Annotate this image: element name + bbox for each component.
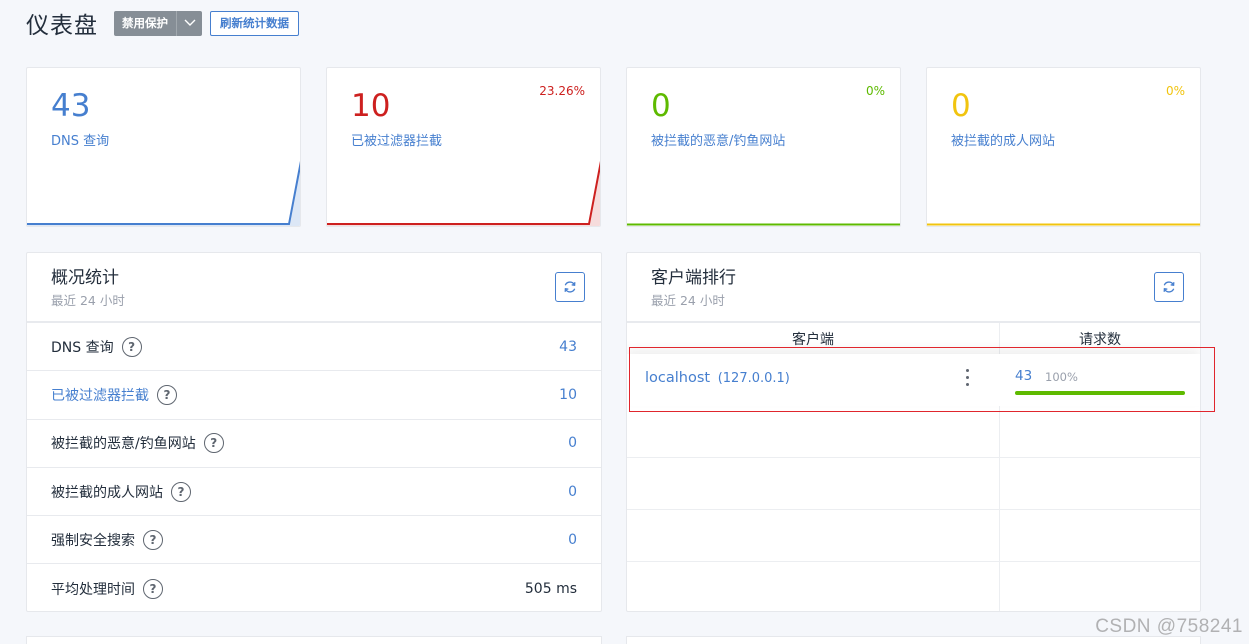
empty-row [627, 458, 1200, 510]
stat-card-blocked-adult: 0 被拦截的成人网站 0% [926, 67, 1201, 227]
row-value[interactable]: 0 [568, 435, 577, 451]
overview-row-malware: 被拦截的恶意/钓鱼网站 ? 0 [27, 420, 601, 468]
sparkline-chart [27, 160, 300, 226]
annotation-highlight-box [629, 347, 1215, 412]
row-value[interactable]: 0 [568, 484, 577, 500]
help-icon[interactable]: ? [171, 481, 191, 502]
overview-list: DNS 查询 ? 43 已被过滤器拦截 ? 10 被拦截的恶意/钓鱼网站 ? 0… [27, 323, 601, 611]
stat-card-blocked-malware: 0 被拦截的恶意/钓鱼网站 0% [626, 67, 901, 227]
page-header: 仪表盘 禁用保护 刷新统计数据 [26, 8, 299, 39]
panel-stub [26, 636, 602, 644]
row-label: 平均处理时间 [51, 581, 135, 598]
watermark-text: CSDN @758241 [1095, 616, 1243, 637]
panel-title: 概况统计 [51, 268, 119, 288]
stat-value: 0 [651, 88, 671, 124]
stat-label: 被拦截的成人网站 [951, 134, 1056, 149]
refresh-icon [564, 281, 576, 293]
row-value[interactable]: 10 [559, 387, 577, 403]
stat-value: 43 [51, 88, 91, 124]
panel-header: 客户端排行 最近 24 小时 [627, 253, 1200, 323]
empty-row [627, 406, 1200, 458]
row-label: 被拦截的恶意/钓鱼网站 [51, 436, 196, 453]
stat-percent: 23.26% [539, 84, 585, 98]
panel-header: 概况统计 最近 24 小时 [27, 253, 601, 323]
protection-button-group: 禁用保护 [114, 10, 202, 36]
stat-percent: 0% [865, 84, 885, 98]
overview-row-dns: DNS 查询 ? 43 [27, 323, 601, 372]
dashboard-page: 仪表盘 禁用保护 刷新统计数据 43 DNS 查询 10 已被过滤器拦截 23.… [0, 0, 1249, 644]
refresh-stats-button[interactable]: 刷新统计数据 [210, 10, 299, 36]
sparkline-chart [927, 223, 1200, 226]
help-icon[interactable]: ? [157, 384, 177, 405]
sparkline-chart [627, 223, 900, 226]
stat-label: 已被过滤器拦截 [351, 134, 443, 149]
row-label: DNS 查询 [51, 339, 114, 356]
overview-row-adult: 被拦截的成人网站 ? 0 [27, 468, 601, 517]
stat-percent: 0% [1165, 84, 1185, 98]
refresh-button[interactable] [555, 272, 585, 302]
stat-card-blocked-filters: 10 已被过滤器拦截 23.26% [326, 67, 601, 227]
help-icon[interactable]: ? [143, 529, 163, 550]
stat-card-dns-queries: 43 DNS 查询 [26, 67, 301, 227]
stat-value: 10 [351, 88, 391, 124]
panel-subtitle: 最近 24 小时 [651, 293, 725, 308]
panel-title: 客户端排行 [651, 268, 736, 288]
top-clients-panel: 客户端排行 最近 24 小时 客户端 请求数 localhost (127.0.… [626, 252, 1201, 612]
panel-subtitle: 最近 24 小时 [51, 293, 125, 308]
sparkline-chart [327, 160, 600, 226]
row-value[interactable]: 0 [568, 532, 577, 548]
empty-row [627, 510, 1200, 562]
row-value[interactable]: 43 [559, 339, 577, 355]
overview-row-avg-time: 平均处理时间 ? 505 ms [27, 564, 601, 611]
row-value: 505 ms [524, 580, 577, 597]
help-icon[interactable]: ? [203, 433, 224, 454]
refresh-icon [1163, 281, 1175, 293]
page-title: 仪表盘 [26, 13, 98, 39]
stat-value: 0 [951, 88, 971, 124]
overview-panel: 概况统计 最近 24 小时 DNS 查询 ? 43 已被过滤器拦截 ? 10 被… [26, 252, 602, 612]
chevron-down-icon [184, 19, 195, 26]
help-icon[interactable]: ? [143, 578, 163, 599]
overview-row-safesearch: 强制安全搜索 ? 0 [27, 516, 601, 565]
disable-protection-button[interactable]: 禁用保护 [114, 10, 176, 36]
stat-label: 被拦截的恶意/钓鱼网站 [651, 134, 786, 149]
row-label-link[interactable]: 已被过滤器拦截 [51, 385, 149, 405]
stat-label: DNS 查询 [51, 134, 110, 149]
protection-dropdown-toggle[interactable] [176, 10, 202, 36]
help-icon[interactable]: ? [121, 336, 142, 357]
row-label: 强制安全搜索 [51, 532, 135, 549]
overview-row-blocked: 已被过滤器拦截 ? 10 [27, 371, 601, 420]
refresh-button[interactable] [1154, 272, 1184, 302]
row-label: 被拦截的成人网站 [51, 484, 163, 501]
